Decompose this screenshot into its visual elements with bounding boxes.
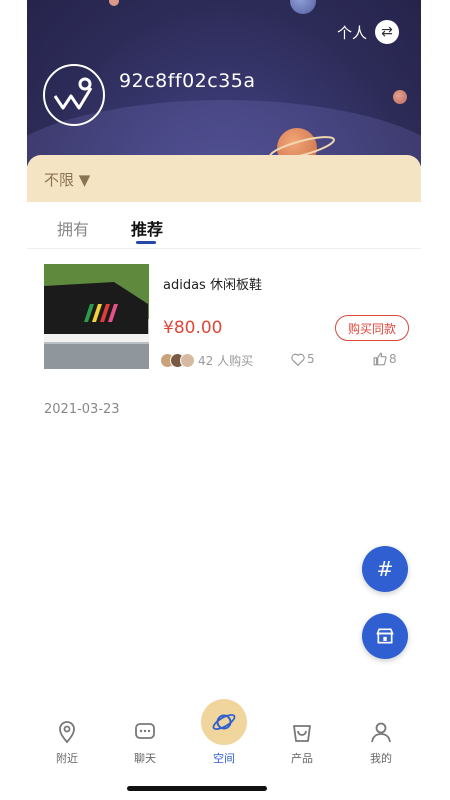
filter-bar: 不限 ▼ [27, 155, 421, 202]
nav-label-chat: 聊天 [134, 752, 156, 765]
tab-owned[interactable]: 拥有 [57, 216, 89, 240]
planet-decoration [393, 90, 407, 104]
filter-dropdown[interactable]: 不限 ▼ [44, 169, 90, 190]
avatar[interactable] [43, 64, 105, 126]
location-pin-icon [59, 721, 75, 744]
store-icon [376, 628, 394, 644]
bottom-navigation: 附近 聊天 空间 产品 我的 [27, 699, 421, 800]
profile-header: 个人 ⇄ 92c8ff02c35a [27, 0, 421, 166]
product-name: adidas 休闲板鞋 [163, 278, 262, 293]
bag-icon [293, 725, 311, 742]
thumbs-up-count: 8 [389, 352, 397, 366]
planet-decoration [109, 0, 119, 6]
nav-item-chat[interactable]: 聊天 [115, 720, 175, 766]
swap-icon[interactable]: ⇄ [375, 20, 399, 44]
hashtag-button[interactable]: # [362, 546, 408, 592]
home-indicator [127, 786, 267, 791]
post-date: 2021-03-23 [44, 402, 120, 417]
person-icon [371, 722, 391, 743]
like-count: 5 [307, 352, 315, 366]
tab-recommended[interactable]: 推荐 [131, 216, 163, 240]
like-button[interactable]: 5 [291, 352, 315, 366]
sneaker-image [44, 264, 149, 369]
identity-switch[interactable]: 个人 ⇄ [337, 20, 399, 44]
nav-label-mine: 我的 [370, 752, 392, 765]
store-button[interactable] [362, 613, 408, 659]
thumbs-up-button[interactable]: 8 [373, 352, 397, 366]
product-price: ¥80.00 [163, 318, 223, 338]
nav-item-products[interactable]: 产品 [272, 720, 332, 766]
identity-switch-label: 个人 [336, 23, 367, 42]
product-card[interactable]: adidas 休闲板鞋 ¥80.00 购买同款 42 人购买 5 8 [44, 264, 409, 370]
avatar-logo-icon [53, 77, 93, 110]
hashtag-icon: # [376, 557, 394, 581]
heart-icon [291, 353, 305, 366]
nav-label-nearby: 附近 [56, 752, 78, 765]
tab-bar: 拥有 推荐 [27, 210, 421, 249]
buy-same-button[interactable]: 购买同款 [335, 315, 409, 341]
nav-item-space[interactable] [201, 699, 247, 745]
nav-item-mine[interactable]: 我的 [351, 720, 411, 766]
planet-decoration [290, 0, 316, 14]
nav-label-space: 空间 [213, 752, 235, 765]
user-id: 92c8ff02c35a [119, 70, 256, 92]
active-tab-indicator [136, 241, 156, 244]
nav-item-nearby[interactable]: 附近 [37, 720, 97, 766]
product-image[interactable] [44, 264, 149, 369]
planet-icon [212, 714, 236, 730]
buyers-info: 42 人购买 [160, 352, 253, 369]
page: 个人 ⇄ 92c8ff02c35a 不限 ▼ 拥有 推荐 adidas 休闲板鞋… [27, 0, 421, 800]
nav-label-products: 产品 [291, 752, 313, 765]
buyer-avatar [180, 353, 195, 368]
buyers-count: 42 人购买 [198, 354, 254, 368]
chat-bubble-icon [135, 723, 155, 739]
thumbs-up-icon [373, 352, 387, 366]
